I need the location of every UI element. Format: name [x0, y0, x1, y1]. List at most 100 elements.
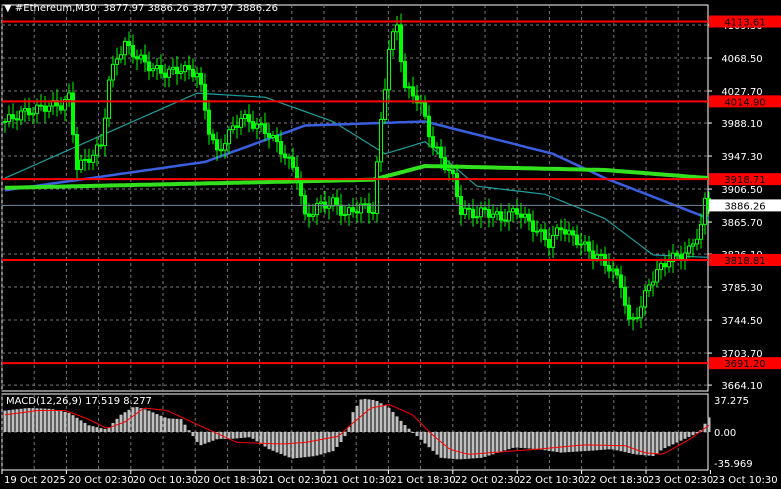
macd-histogram-bar — [275, 432, 279, 453]
trading-chart[interactable]: 19 Oct 2025 20 Oct 02:30 20 Oct 10:30 20 Oc… — [0, 0, 781, 489]
candle-body — [275, 135, 279, 143]
candle — [475, 205, 479, 225]
candle — [663, 255, 667, 277]
macd-histogram-bar — [595, 432, 599, 451]
candle-body — [167, 68, 171, 78]
candle — [507, 202, 511, 231]
candle-body — [31, 112, 35, 116]
ohlc-open: 3877.97 — [103, 3, 145, 14]
candle-body — [427, 115, 431, 138]
macd-histogram-bar — [671, 432, 675, 445]
macd-histogram-bar — [207, 432, 211, 443]
macd-histogram-bar — [191, 432, 195, 437]
collapse-arrow-icon[interactable]: ▼ — [4, 3, 15, 14]
candle — [623, 276, 627, 315]
candle-body — [263, 123, 267, 134]
candle-body — [279, 141, 283, 155]
macd-histogram-bar — [83, 422, 87, 432]
candle-body — [79, 159, 83, 171]
candle-body — [243, 114, 247, 120]
candle-body — [691, 243, 695, 247]
macd-histogram-bar — [675, 432, 679, 443]
candle — [51, 92, 55, 115]
macd-histogram-bar — [95, 427, 99, 432]
candle-body — [195, 72, 199, 78]
candle-body — [471, 208, 475, 219]
candle-body — [151, 68, 155, 72]
candle — [531, 210, 535, 242]
macd-histogram-bar — [571, 432, 575, 452]
candle-body — [467, 207, 471, 210]
candle-body — [271, 135, 275, 138]
chart-header: ▼ #Ethereum,M30 3877.97 3886.26 3877.97 … — [4, 3, 278, 14]
macd-histogram-bar — [263, 432, 267, 447]
candle — [275, 127, 279, 153]
candle — [19, 105, 23, 126]
candle-body — [3, 120, 7, 123]
candle — [339, 193, 343, 226]
candle-body — [587, 241, 591, 252]
candle-body — [107, 79, 111, 119]
ohlc-high: 3886.26 — [147, 3, 189, 14]
macd-histogram-bar — [647, 432, 651, 456]
macd-histogram-bar — [331, 432, 335, 452]
macd-histogram-bar — [439, 432, 443, 458]
macd-histogram-bar — [651, 432, 655, 456]
candle — [155, 57, 159, 80]
candle — [391, 28, 395, 57]
candle-body — [267, 132, 271, 138]
candle-body — [131, 45, 135, 58]
symbol-timeframe: #Ethereum,M30 — [14, 3, 97, 14]
macd-histogram-bar — [103, 428, 107, 432]
price-label: 3906.50 — [721, 185, 762, 196]
macd-histogram-bar — [539, 432, 543, 450]
candle — [371, 201, 375, 221]
candle-body — [699, 223, 703, 240]
candle-body — [179, 71, 183, 75]
candle — [195, 66, 199, 88]
candle-body — [143, 54, 147, 63]
candle — [547, 228, 551, 257]
price-label: 3664.10 — [721, 381, 762, 392]
candle-body — [247, 114, 251, 123]
macd-histogram-bar — [11, 409, 15, 432]
candle-body — [595, 254, 599, 259]
candle — [47, 101, 51, 119]
price-label: 3865.70 — [721, 218, 762, 229]
candle-body — [435, 146, 439, 149]
candle-body — [431, 136, 435, 148]
macd-histogram-bar — [599, 432, 603, 450]
candle-body — [623, 286, 627, 306]
candle — [79, 154, 83, 173]
candle — [15, 110, 19, 130]
macd-histogram-bar — [235, 432, 239, 439]
candle — [659, 258, 663, 280]
macd-histogram-bar — [507, 432, 511, 450]
candle-body — [27, 108, 31, 116]
candle — [63, 95, 67, 122]
macd-histogram-bar — [87, 425, 91, 432]
candle — [311, 203, 315, 222]
macd-histogram-bar — [267, 432, 271, 450]
candle-body — [555, 227, 559, 236]
time-label: 22 Oct 18:30 — [584, 475, 649, 486]
candle-body — [303, 195, 307, 215]
macd-histogram-bar — [7, 410, 11, 432]
time-label: 21 Oct 18:30 — [390, 475, 455, 486]
candle-body — [371, 211, 375, 215]
candle — [91, 149, 95, 171]
candle — [543, 222, 547, 247]
macd-histogram-bar — [383, 405, 387, 432]
macd-histogram-bar — [171, 418, 175, 432]
candle-body — [659, 263, 663, 271]
candle — [191, 58, 195, 82]
candle — [115, 47, 119, 76]
macd-histogram-bar — [643, 432, 647, 456]
macd-histogram-bar — [659, 432, 663, 451]
macd-histogram-bar — [231, 432, 235, 439]
macd-histogram-bar — [623, 432, 627, 453]
macd-histogram-bar — [575, 432, 579, 452]
macd-histogram-bar — [403, 424, 407, 432]
candle-body — [451, 169, 455, 175]
candle — [411, 76, 415, 104]
